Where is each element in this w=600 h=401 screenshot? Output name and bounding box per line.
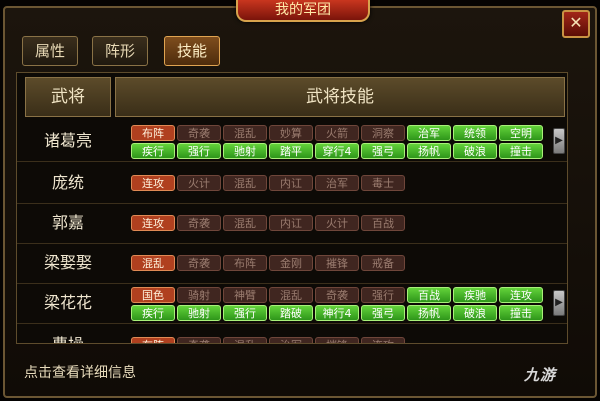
scroll-right-icon[interactable]: ▶ [553,128,565,154]
skill-list: 连攻 火计 混乱 内讧 治军 毒士 [131,166,547,202]
skill-chip[interactable]: 疾行 [131,305,175,321]
skill-chip[interactable]: 驰射 [223,143,267,159]
general-name: 庞统 [51,173,84,192]
skill-chip[interactable]: 破浪 [453,143,497,159]
skill-chip[interactable]: 统领 [453,125,497,141]
skill-chip[interactable]: 混乱 [223,175,267,191]
skill-chip[interactable]: 金刚 [269,255,313,271]
skill-chip[interactable]: 驰射 [177,305,221,321]
skill-chip[interactable]: 混乱 [223,125,267,141]
skill-list: 布阵 奇袭 混乱 妙算 火箭 洞察 治军 统领 空明疾行 强行 驰射 踏平 穿行4 强弓 扬帆 破浪 撞击 [131,124,547,160]
skill-chip[interactable]: 摧锋 [315,337,359,343]
skill-chip[interactable]: 治军 [269,337,313,343]
general-name: 梁花花 [43,293,92,312]
general-name: 曹操 [25,325,111,343]
watermark-logo: 九游 [524,366,557,384]
tab-skills[interactable]: 技能 [164,36,220,66]
skill-chip[interactable]: 毒士 [361,175,405,191]
skill-chip[interactable]: 火计 [177,175,221,191]
tab-attributes[interactable]: 属性 [22,36,78,66]
skill-chip[interactable]: 火箭 [315,125,359,141]
skill-chip[interactable]: 内讧 [269,175,313,191]
skill-chip[interactable]: 奇袭 [177,337,221,343]
skill-chip[interactable]: 骑射 [177,287,221,303]
skill-list: 国色 骑射 神臂 混乱 奇袭 强行 百战 疾驰 连攻 疾行 驰射 强行 踏破 神行4 强弓 扬帆 破浪 撞击 [131,286,547,322]
skill-chip[interactable]: 百战 [361,215,405,231]
skill-chip[interactable]: 疾行 [131,143,175,159]
skill-chip[interactable]: 强行 [223,305,267,321]
skill-chip[interactable]: 强弓 [361,305,405,321]
skill-chip[interactable]: 扬帆 [407,305,451,321]
skills-table: 武将 武将技能 诸葛亮 布阵 奇袭 混乱 妙算 火箭 洞察 治军 统领 空明 疾行 强行 驰射 踏平 穿行4… [16,72,568,344]
skill-chip[interactable]: 洞察 [361,125,405,141]
skill-chip[interactable]: 混乱 [223,215,267,231]
skill-chip[interactable]: 破浪 [453,305,497,321]
skill-chip[interactable]: 疾驰 [453,287,497,303]
skill-chip[interactable]: 奇袭 [177,125,221,141]
skill-list: 连攻 奇袭 混乱 内讧 火计 百战 [131,206,547,242]
skill-chip[interactable]: 连攻 [361,337,405,343]
general-name: 诸葛亮 [43,131,92,150]
skill-chip[interactable]: 戒备 [361,255,405,271]
skill-chip[interactable]: 撞击 [499,143,543,159]
skill-chip[interactable]: 扬帆 [407,143,451,159]
skill-chip[interactable]: 治军 [407,125,451,141]
scroll-right-icon[interactable]: ▶ [553,290,565,316]
skill-chip[interactable]: 百战 [407,287,451,303]
skill-chip[interactable]: 强行 [177,143,221,159]
close-icon[interactable]: ✕ [562,10,590,38]
skill-chip[interactable]: 踏平 [269,143,313,159]
table-row[interactable]: 梁娶娶 混乱 奇袭 布阵 金刚 摧锋 戒备 [17,243,567,284]
skill-chip[interactable]: 治军 [315,175,359,191]
column-header-skills: 武将技能 [115,77,565,117]
skill-chip[interactable]: 踏破 [269,305,313,321]
skill-chip[interactable]: 奇袭 [177,255,221,271]
skill-chip[interactable]: 空明 [499,125,543,141]
window-title: 我的军团 [236,0,370,22]
skill-chip[interactable]: 连攻 [131,175,175,191]
skill-chip[interactable]: 穿行4 [315,143,359,159]
skill-chip[interactable]: 奇袭 [315,287,359,303]
skill-chip[interactable]: 神行4 [315,305,359,321]
skill-chip[interactable]: 强弓 [361,143,405,159]
skill-chip[interactable]: 混乱 [269,287,313,303]
skill-chip[interactable]: 连攻 [131,215,175,231]
general-name: 郭嘉 [51,213,84,232]
skill-chip[interactable]: 强行 [361,287,405,303]
skill-chip[interactable]: 摧锋 [315,255,359,271]
skill-chip[interactable]: 内讧 [269,215,313,231]
table-row[interactable]: 郭嘉 连攻 奇袭 混乱 内讧 火计 百战 [17,203,567,244]
skill-list: 布阵奇袭混乱治军摧锋连攻 [131,328,547,343]
skill-chip[interactable]: 奇袭 [177,215,221,231]
table-row[interactable]: 梁花花 国色 骑射 神臂 混乱 奇袭 强行 百战 疾驰 连攻 疾行 驰射 强行 踏破 神行4 强弓 扬帆 破浪 撞击… [17,283,567,324]
skill-chip[interactable]: 神臂 [223,287,267,303]
skill-chip[interactable]: 布阵 [131,337,175,343]
column-header-general: 武将 [25,77,111,117]
table-row[interactable]: 庞统 连攻 火计 混乱 内讧 治军 毒士 [17,163,567,204]
tab-formation[interactable]: 阵形 [92,36,148,66]
skill-chip[interactable]: 混乱 [131,255,175,271]
general-name: 梁娶娶 [43,253,92,272]
skill-chip[interactable]: 撞击 [499,305,543,321]
details-link[interactable]: 点击查看详细信息 [24,362,136,382]
skill-chip[interactable]: 布阵 [223,255,267,271]
skill-chip[interactable]: 连攻 [499,287,543,303]
skill-chip[interactable]: 混乱 [223,337,267,343]
table-row[interactable]: 诸葛亮 布阵 奇袭 混乱 妙算 火箭 洞察 治军 统领 空明疾行 强行 驰射 踏平 穿行4 强弓 扬帆 破浪 撞击… [17,121,567,162]
table-row[interactable]: 曹操布阵奇袭混乱治军摧锋连攻 [17,325,567,343]
skill-chip[interactable]: 火计 [315,215,359,231]
skill-list: 混乱 奇袭 布阵 金刚 摧锋 戒备 [131,246,547,282]
skill-chip[interactable]: 布阵 [131,125,175,141]
skill-chip[interactable]: 国色 [131,287,175,303]
skill-chip[interactable]: 妙算 [269,125,313,141]
